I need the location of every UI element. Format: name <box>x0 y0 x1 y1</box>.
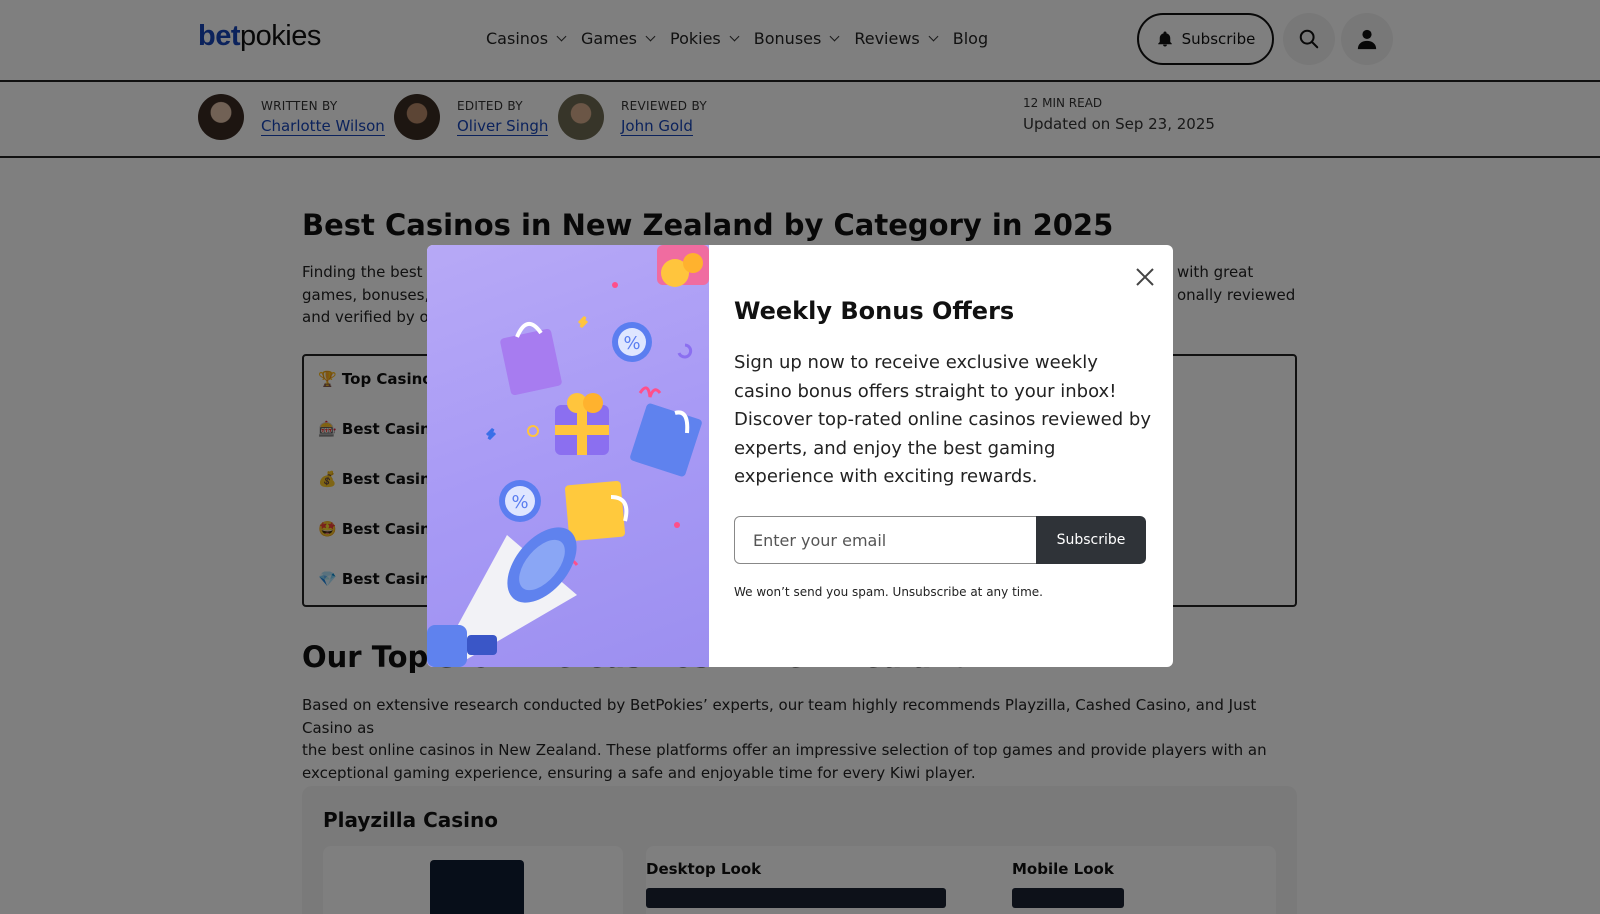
close-icon[interactable] <box>1133 265 1157 289</box>
gift-megaphone-illustration: % % <box>427 245 709 667</box>
modal-description: Sign up now to receive exclusive weekly … <box>734 352 1151 487</box>
spam-note: We won’t send you spam. Unsubscribe at a… <box>734 585 1043 599</box>
email-field[interactable] <box>734 516 1038 564</box>
svg-text:%: % <box>623 333 640 354</box>
modal-title: Weekly Bonus Offers <box>734 297 1015 325</box>
subscribe-button[interactable]: Subscribe <box>1036 516 1146 564</box>
newsletter-modal: % % Weekly Bonus Offers Sign up now to r… <box>427 245 1173 667</box>
promo-illustration: % % <box>427 245 709 667</box>
svg-text:%: % <box>511 492 528 513</box>
